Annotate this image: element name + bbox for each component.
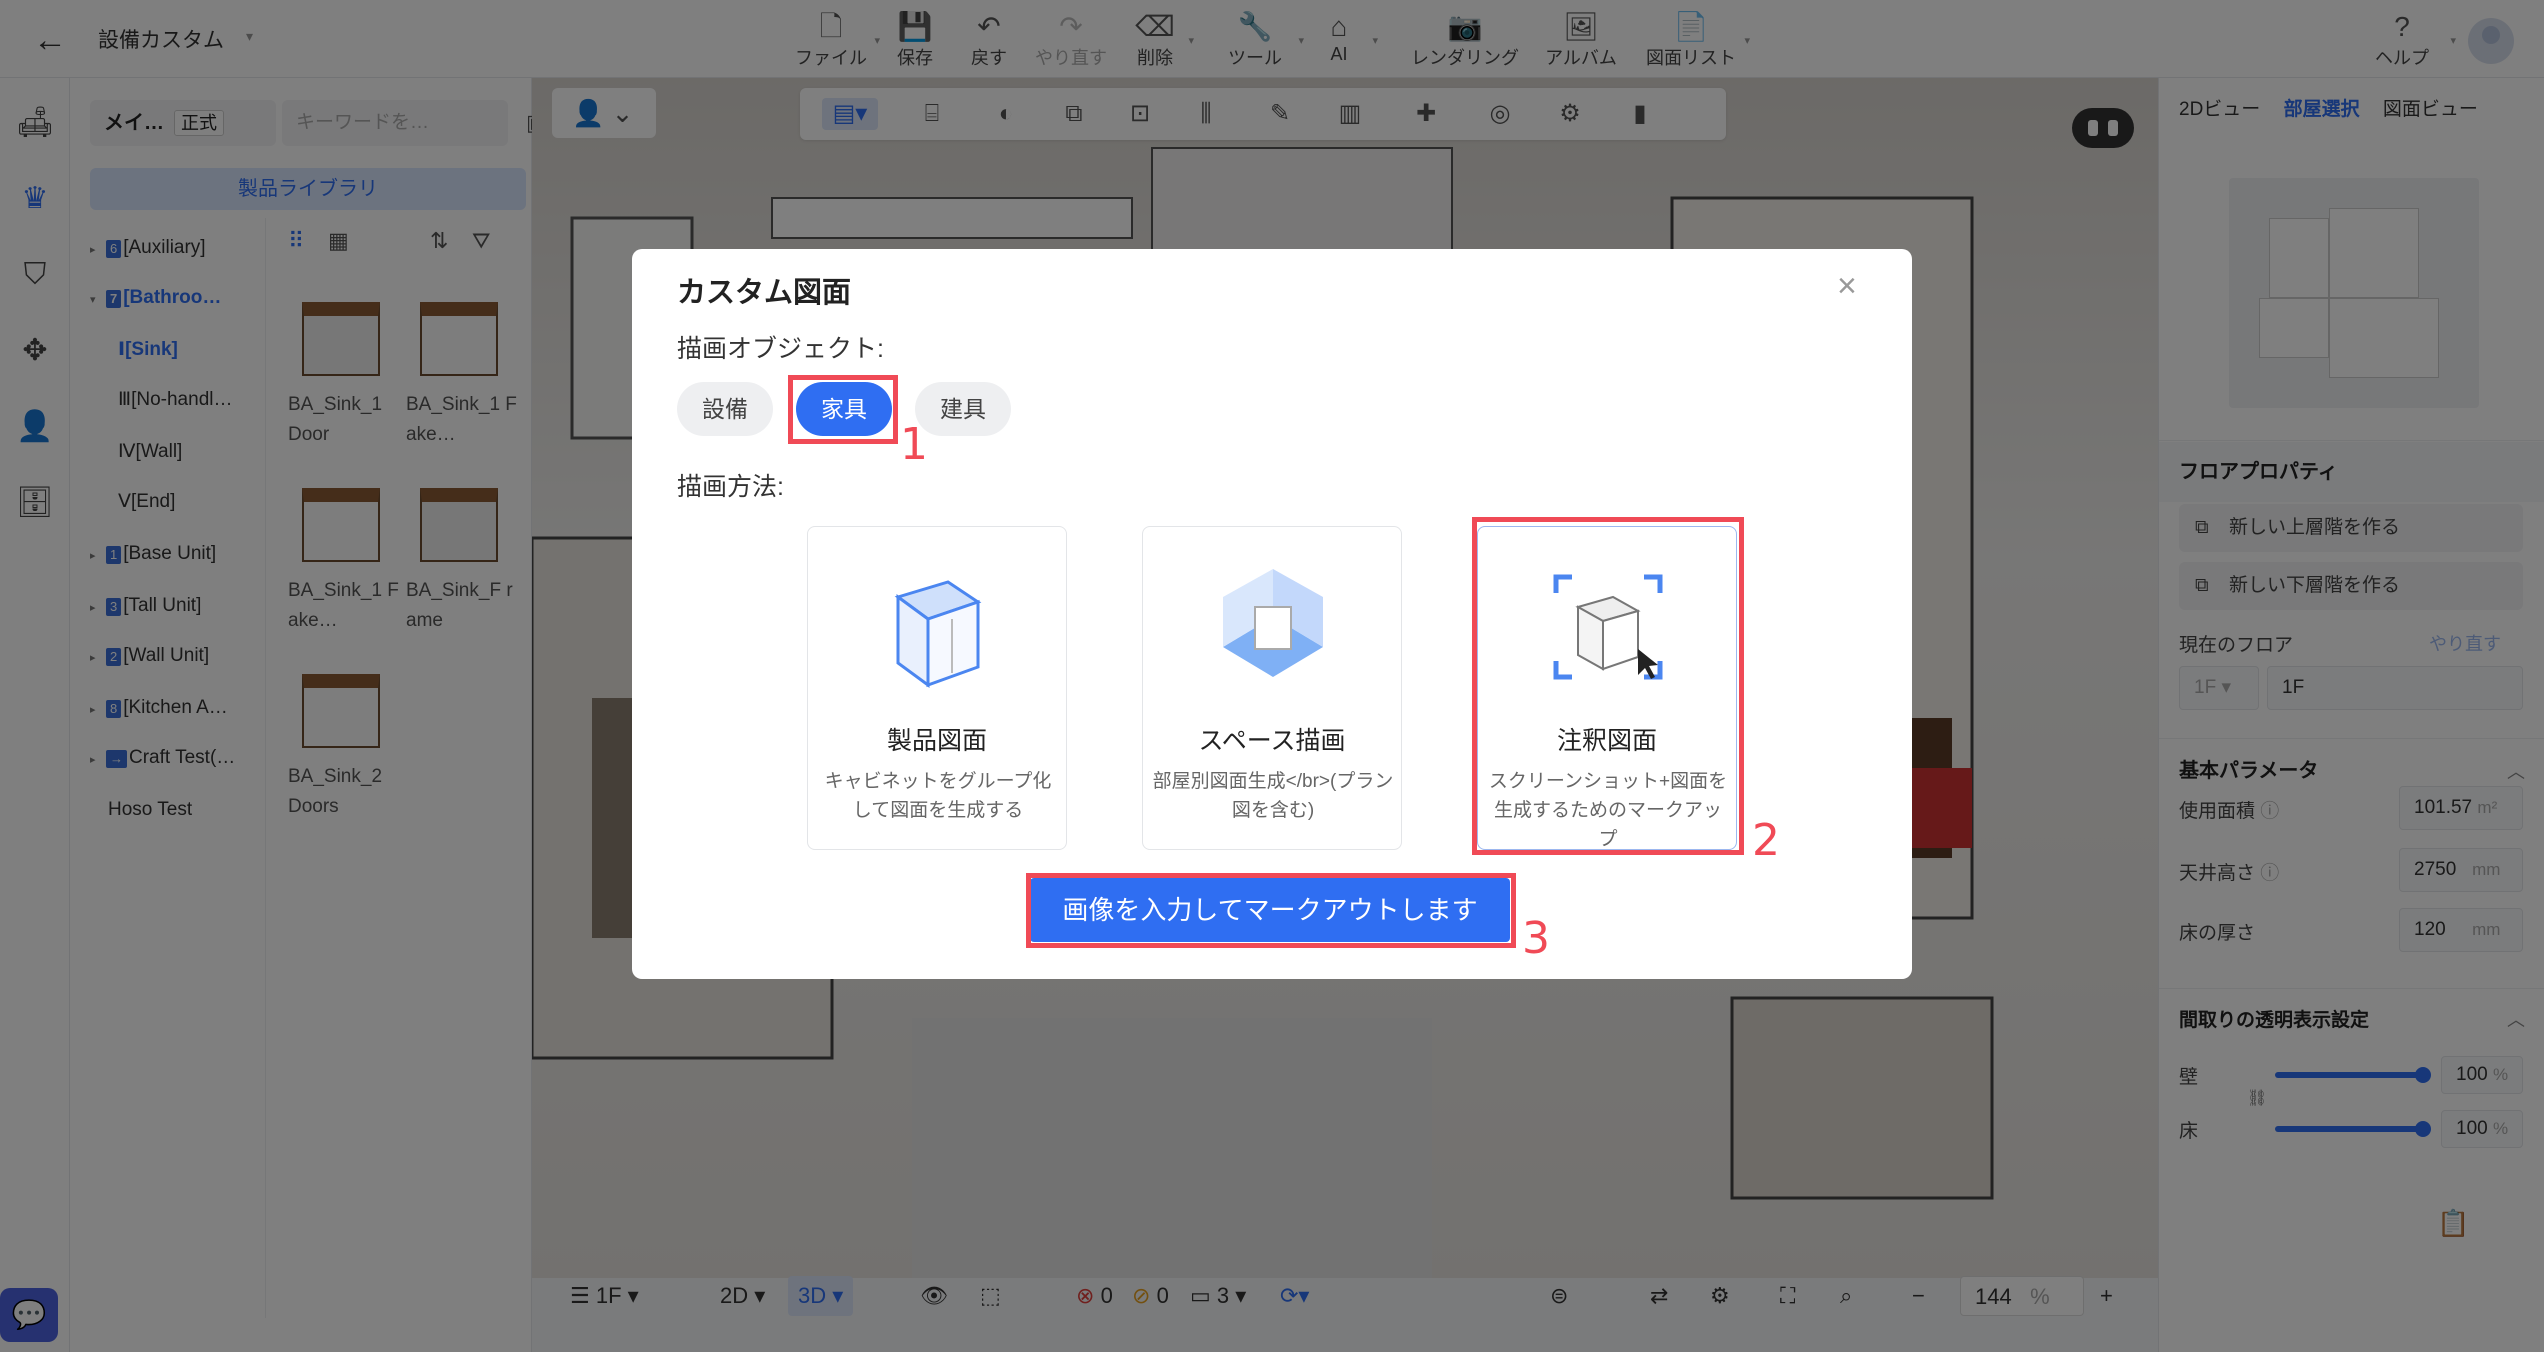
annotation-highlight: [788, 375, 898, 444]
object-label: 描画オブジェクト:: [677, 335, 884, 363]
close-icon[interactable]: ×: [1837, 267, 1857, 306]
cabinet-drawing-icon: [894, 580, 982, 688]
method-description: キャビネットをグループ化して図面を生成する: [824, 771, 1052, 821]
method-card-product[interactable]: 製品図面 キャビネットをグループ化して図面を生成する: [807, 526, 1067, 850]
space-drawing-icon: [1223, 569, 1323, 677]
object-option-fittings[interactable]: 建具: [915, 382, 1011, 436]
dialog-title: カスタム図面: [677, 277, 852, 309]
method-label: 描画方法:: [677, 473, 784, 501]
annotation-number: 3: [1522, 913, 1550, 964]
custom-drawing-dialog: カスタム図面 × 描画オブジェクト: 設備 家具 建具 1 描画方法: 製品図面…: [632, 249, 1912, 979]
method-name: スペース描画: [1198, 727, 1346, 755]
method-description: 部屋別図面生成</br>(プラン図を含む): [1152, 771, 1394, 821]
object-option-equipment[interactable]: 設備: [677, 382, 773, 436]
method-card-space[interactable]: スペース描画 部屋別図面生成</br>(プラン図を含む): [1142, 526, 1402, 850]
annotation-number: 1: [900, 419, 928, 470]
method-name: 製品図面: [886, 727, 987, 755]
annotation-highlight: [1472, 517, 1744, 855]
annotation-number: 2: [1752, 815, 1780, 866]
annotation-highlight: [1026, 873, 1516, 948]
